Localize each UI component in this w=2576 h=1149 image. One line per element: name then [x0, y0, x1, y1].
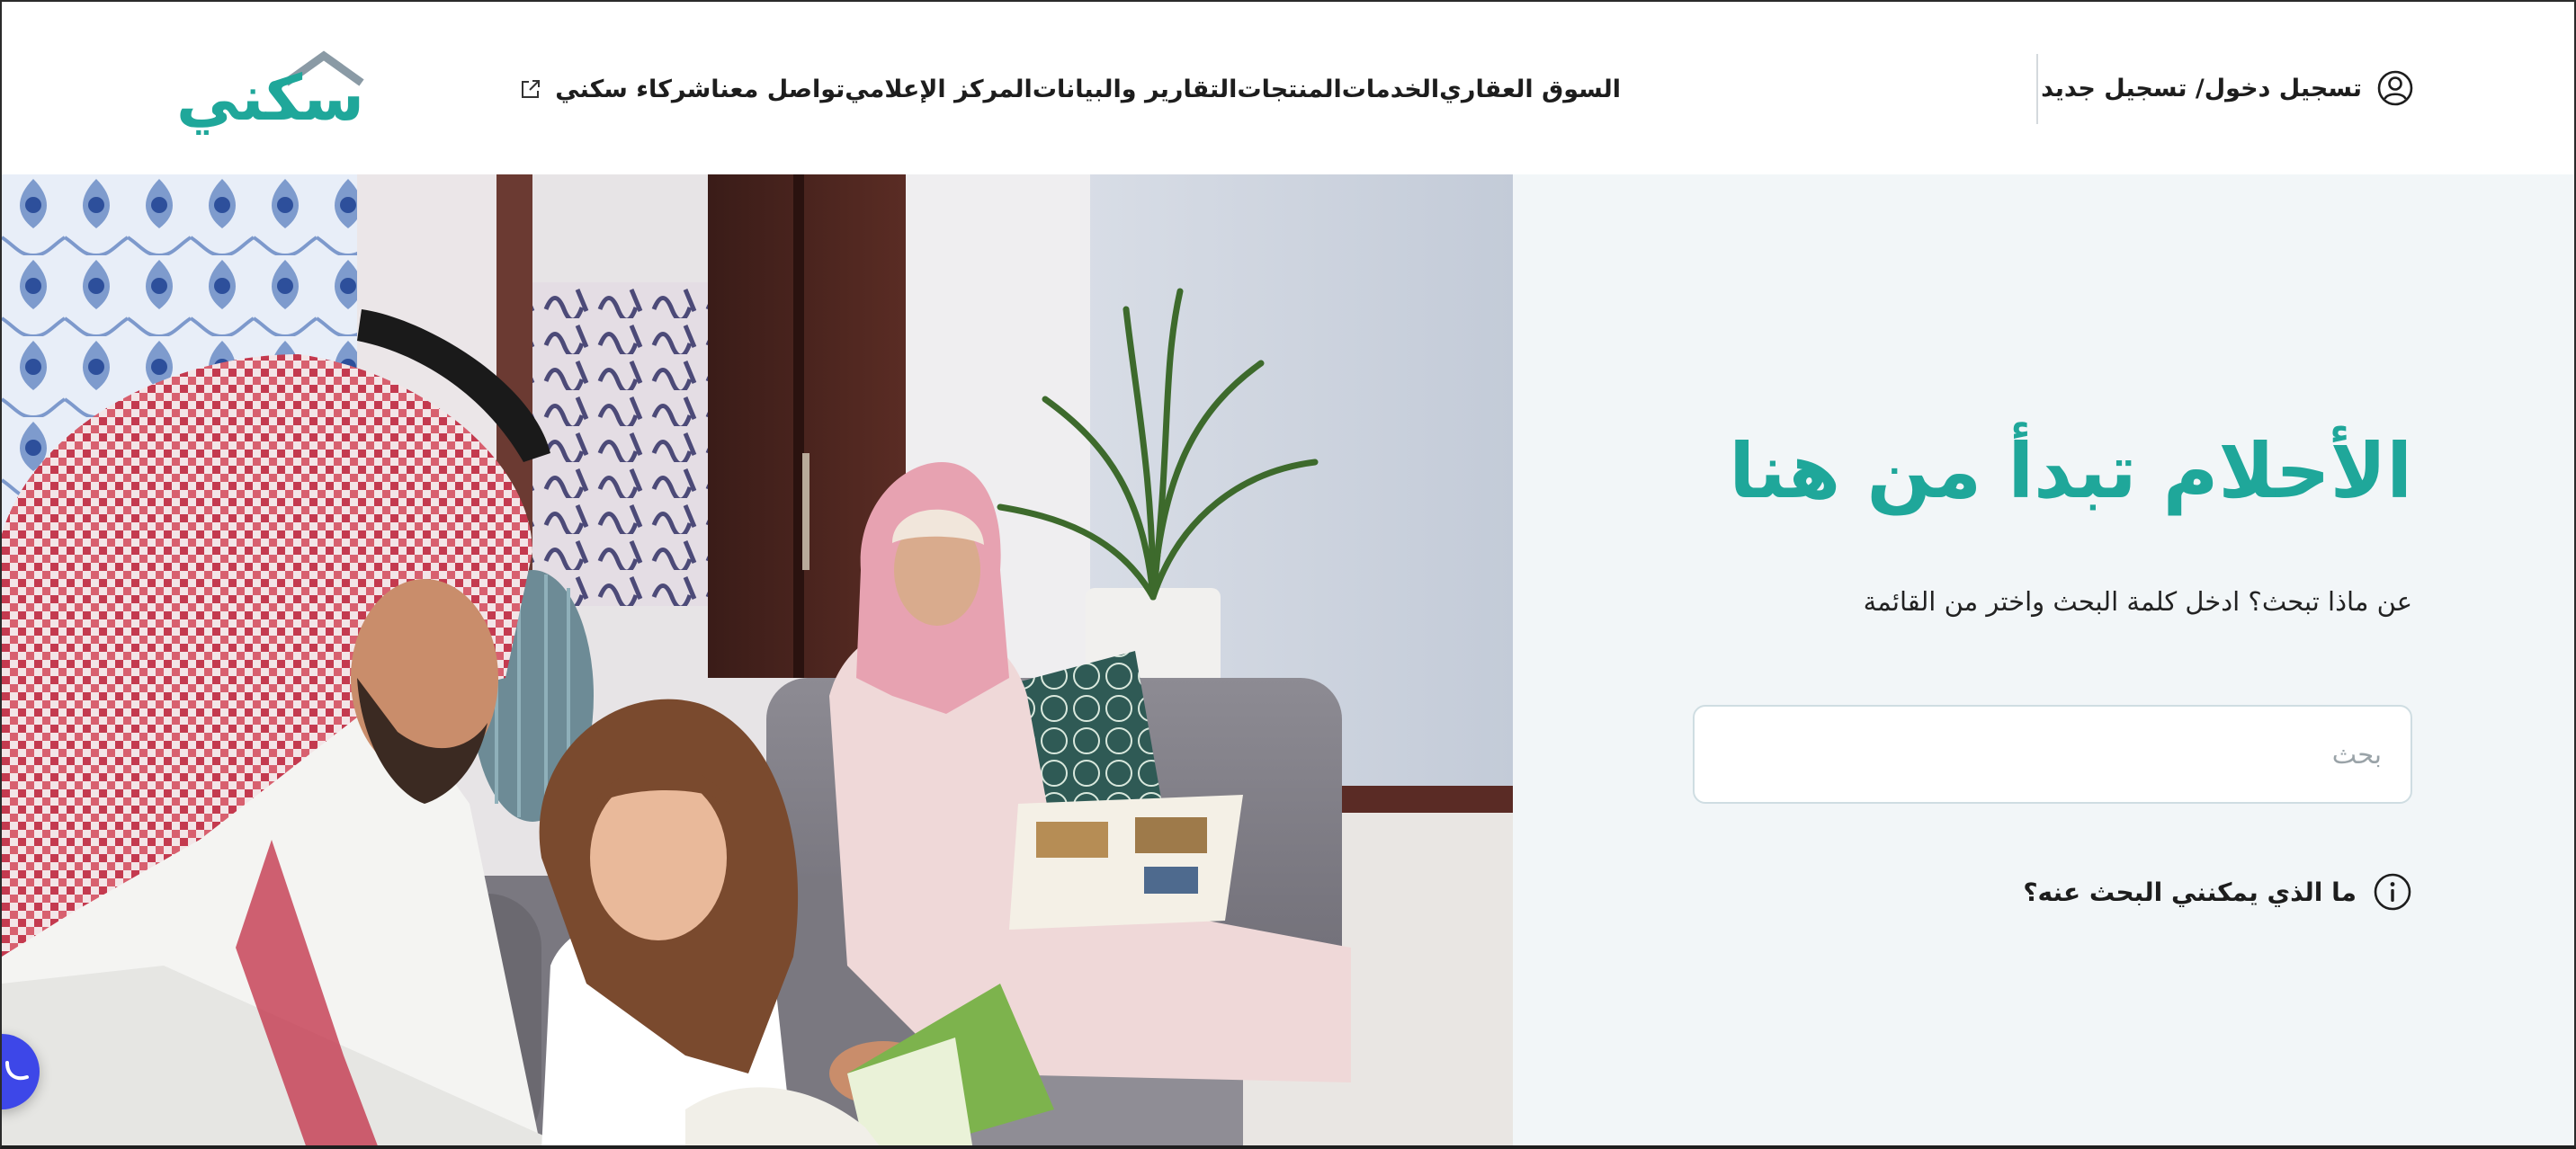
nav-label: تواصل معنا: [711, 75, 845, 103]
info-icon: [2374, 873, 2411, 911]
nav-item-products[interactable]: المنتجات: [1237, 76, 1341, 103]
nav-item-media-center[interactable]: المركز الإعلامي: [845, 76, 1033, 103]
external-link-icon: [522, 80, 541, 98]
main-nav: السوق العقاري الخدمات المنتجات التقارير …: [522, 58, 1621, 120]
search-panel: الأحلام تبدأ من هنا عن ماذا تبحث؟ ادخل ك…: [1513, 174, 2574, 1145]
user-icon: [2377, 70, 2413, 106]
nav-divider: [2036, 54, 2038, 124]
hero-subtitle: عن ماذا تبحث؟ ادخل كلمة البحث واختر من ا…: [1863, 586, 2412, 617]
login-label: تسجيل دخول/ تسجيل جديد: [2041, 74, 2362, 102]
nav-label: التقارير والبيانات: [1032, 75, 1238, 103]
search-input[interactable]: [1693, 705, 2412, 804]
hero-family-photo: [2, 174, 1513, 1145]
nav-item-real-estate-market[interactable]: السوق العقاري: [1439, 76, 1621, 103]
nav-label: المركز الإعلامي: [845, 75, 1033, 103]
nav-item-sakani-partners[interactable]: شركاء سكني: [519, 76, 711, 103]
nav-item-contact-us[interactable]: تواصل معنا: [711, 76, 845, 103]
login-register-button[interactable]: تسجيل دخول/ تسجيل جديد: [2041, 61, 2414, 115]
logo-text: سكني: [176, 61, 364, 135]
search-help-link[interactable]: ما الذي يمكنني البحث عنه؟: [2023, 872, 2412, 912]
sakani-logo[interactable]: سكني: [169, 47, 367, 137]
search-help-label: ما الذي يمكنني البحث عنه؟: [2023, 877, 2357, 907]
page: سكني تسجيل دخول/ تسجيل جديد السوق العقار…: [0, 0, 2576, 1149]
nav-item-reports-data[interactable]: التقارير والبيانات: [1033, 76, 1238, 103]
site-header: سكني تسجيل دخول/ تسجيل جديد السوق العقار…: [2, 2, 2574, 174]
nav-label: السوق العقاري: [1439, 75, 1621, 103]
family-photo-illustration: [2, 174, 1513, 1145]
nav-label: شركاء سكني: [555, 75, 711, 103]
nav-label: الخدمات: [1341, 75, 1440, 103]
nav-item-services[interactable]: الخدمات: [1342, 76, 1439, 103]
hero-headline: الأحلام تبدأ من هنا: [1729, 427, 2412, 515]
nav-label: المنتجات: [1237, 75, 1342, 103]
chat-icon: [5, 1061, 29, 1081]
